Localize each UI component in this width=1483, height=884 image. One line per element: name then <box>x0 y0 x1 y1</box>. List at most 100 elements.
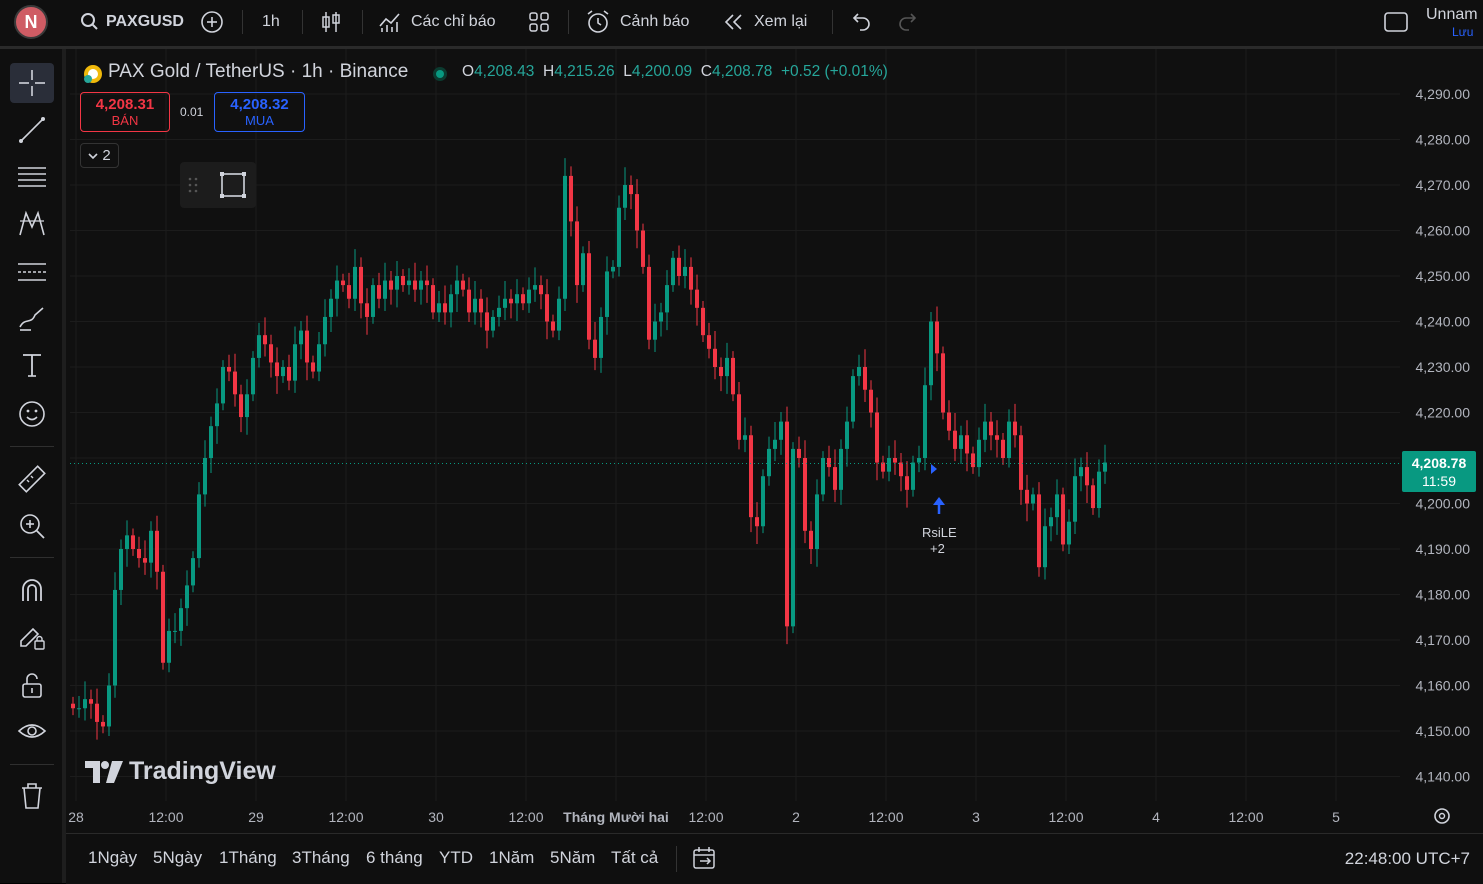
candle-body <box>395 276 399 290</box>
range-button[interactable]: 5Năm <box>550 848 595 868</box>
price-tick-label: 4,260.00 <box>1416 223 1471 239</box>
crosshair-tool[interactable] <box>10 63 54 103</box>
candle-body <box>329 298 333 317</box>
candles-icon <box>322 12 340 32</box>
chart-type-button[interactable] <box>320 0 342 44</box>
trend-line-tool[interactable] <box>10 110 54 150</box>
range-button[interactable]: 5Ngày <box>153 848 202 868</box>
buy-button[interactable]: 4,208.32 MUA <box>214 92 305 132</box>
candle-body <box>323 316 327 345</box>
candle-body <box>851 376 855 422</box>
save-label[interactable]: Lưu <box>1452 25 1473 39</box>
magnet-tool[interactable] <box>10 570 54 610</box>
candle-body <box>245 394 249 418</box>
replay-button[interactable]: Xem lại <box>722 0 807 44</box>
range-button[interactable]: Tất cả <box>611 848 658 868</box>
candle-body <box>731 357 735 395</box>
alerts-button[interactable]: Cảnh báo <box>585 0 689 44</box>
candle-body <box>893 458 897 463</box>
candle-body <box>221 367 225 404</box>
candle-body <box>557 298 561 331</box>
candle-body <box>935 321 939 354</box>
candle-body <box>209 426 213 458</box>
candle-body <box>263 335 267 345</box>
time-tick-label: 12:00 <box>328 809 363 825</box>
chart-settings-button[interactable] <box>1434 808 1450 824</box>
candle-body <box>971 453 975 468</box>
candle-body <box>671 257 675 286</box>
brush-tool[interactable] <box>10 298 54 338</box>
candle-body <box>335 280 339 299</box>
rectangle-select-icon[interactable] <box>218 170 248 200</box>
bottom-toolbar: 1Ngày 5Ngày 1Tháng 3Tháng 6 tháng YTD 1Năm 5Năm… <box>66 833 1483 884</box>
templates-button[interactable] <box>528 0 550 44</box>
candle-body <box>341 280 345 286</box>
lock-all-tool[interactable] <box>10 665 54 705</box>
undo-button[interactable] <box>849 0 871 44</box>
candle-body <box>569 175 573 222</box>
candlestick-chart[interactable]: 4,290.00 4,280.00 4,270.00 4,260.00 4,250.00… <box>66 49 1483 833</box>
redo-button[interactable] <box>898 0 920 44</box>
zoom-tool[interactable] <box>10 506 54 546</box>
symbol-search-button[interactable]: PAXGUSD <box>80 0 184 44</box>
candle-body <box>839 448 843 490</box>
ohlc-values: O4,208.43 H4,215.26 L4,200.09 C4,208.78 … <box>462 63 888 81</box>
candle-body <box>1091 485 1095 509</box>
high-value: 4,215.26 <box>554 63 615 80</box>
fib-tool[interactable] <box>10 157 54 197</box>
time-tick-label: Tháng Mười hai <box>563 809 669 825</box>
candle-body <box>779 421 783 440</box>
candle-body <box>161 571 165 663</box>
lock-drawing-mode-tool[interactable] <box>10 617 54 657</box>
candle-body <box>887 458 891 472</box>
timezone-clock[interactable]: 22:48:00 UTC+7 <box>1345 849 1470 869</box>
user-avatar[interactable]: N <box>14 5 48 39</box>
candle-body <box>947 412 951 431</box>
symbol-title[interactable]: PAX Gold / TetherUS · 1h · Binance <box>108 61 408 83</box>
last-price-value: 4,208.78 <box>1411 455 1467 471</box>
range-button[interactable]: 3Tháng <box>292 848 350 868</box>
signal-label: RsiLE <box>922 525 957 540</box>
candle-body <box>1007 421 1011 458</box>
range-button[interactable]: 6 tháng <box>366 848 423 868</box>
text-tool[interactable] <box>10 345 54 385</box>
range-button[interactable]: 1Tháng <box>219 848 277 868</box>
compare-symbol-button[interactable] <box>200 0 224 44</box>
layout-button[interactable] <box>1383 0 1409 44</box>
drag-handle-icon[interactable] <box>188 177 198 193</box>
projection-tool[interactable] <box>10 251 54 291</box>
chart-pane[interactable]: 4,290.00 4,280.00 4,270.00 4,260.00 4,250.00… <box>66 49 1483 833</box>
candle-body <box>173 630 177 632</box>
range-button[interactable]: YTD <box>439 848 473 868</box>
candle-body <box>407 280 411 286</box>
candle-body <box>713 348 717 367</box>
replay-label: Xem lại <box>754 13 808 30</box>
strategy-signal-marker[interactable]: RsiLE +2 <box>922 464 957 556</box>
candle-body <box>539 285 543 295</box>
emoji-tool[interactable] <box>10 394 54 434</box>
market-open-dot-icon <box>433 67 447 81</box>
hide-drawings-tool[interactable] <box>10 711 54 751</box>
remove-drawings-tool[interactable] <box>10 776 54 816</box>
candle-body <box>659 312 663 322</box>
drawing-toolbar <box>0 49 66 883</box>
measure-tool[interactable] <box>10 459 54 499</box>
candle-body <box>581 253 585 286</box>
candle-body <box>1079 467 1083 477</box>
candle-body <box>695 289 699 308</box>
sell-button[interactable]: 4,208.31 BÁN <box>80 92 170 132</box>
indicators-button[interactable]: Các chỉ báo <box>378 0 496 44</box>
time-tick-label: 12:00 <box>508 809 543 825</box>
pattern-tool[interactable] <box>10 204 54 244</box>
candle-body <box>431 285 435 313</box>
calendar-goto-icon[interactable] <box>692 846 718 870</box>
indicators-collapse-button[interactable]: 2 <box>80 143 119 168</box>
candle-body <box>95 703 99 722</box>
watermark-text: TradingView <box>129 757 276 785</box>
range-button[interactable]: 1Năm <box>489 848 534 868</box>
candle-body <box>1043 526 1047 568</box>
candle-body <box>71 703 75 709</box>
range-button[interactable]: 1Ngày <box>88 848 137 868</box>
interval-button[interactable]: 1h <box>262 0 280 44</box>
candle-body <box>641 230 645 267</box>
